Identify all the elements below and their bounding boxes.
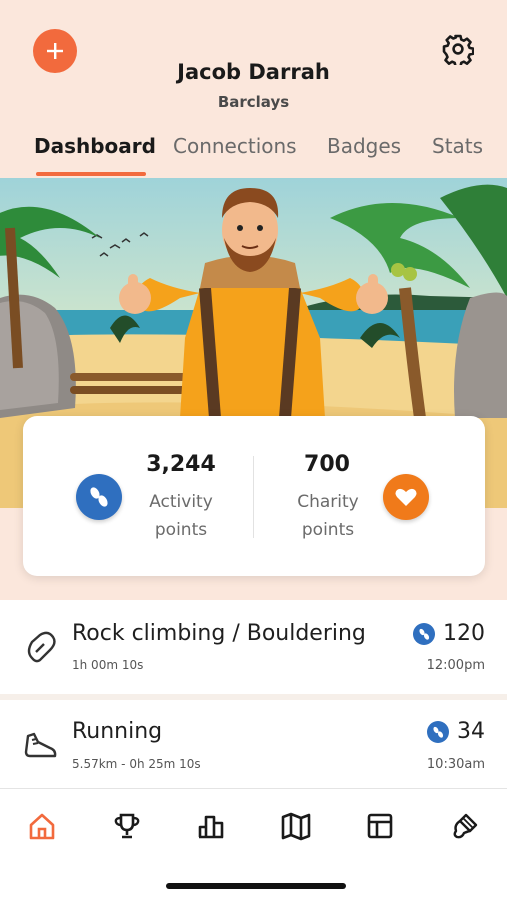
activity-points-value: 34: [457, 719, 485, 744]
tab-dashboard[interactable]: Dashboard: [34, 134, 156, 158]
charity-label-line1: Charity: [297, 492, 359, 512]
tab-stats[interactable]: Stats: [432, 134, 483, 158]
nav-trophy[interactable]: [110, 809, 144, 843]
charity-points-badge: [383, 474, 429, 520]
tab-connections[interactable]: Connections: [173, 134, 297, 158]
heart-icon: [395, 488, 417, 506]
activity-row-climbing[interactable]: Rock climbing / Bouldering 1h 00m 10s 12…: [0, 600, 507, 692]
charity-label-line2: points: [301, 520, 355, 540]
footprints-icon: [427, 720, 449, 743]
activity-label-line2: points: [154, 520, 208, 540]
trophy-icon: [114, 813, 140, 839]
running-shoe-icon: [24, 732, 57, 758]
home-indicator: [166, 883, 346, 889]
nav-stats[interactable]: [194, 809, 228, 843]
activity-time: 10:30am: [426, 757, 485, 772]
activity-time: 12:00pm: [426, 658, 485, 673]
profile-company: Barclays: [217, 93, 290, 111]
activity-points-label: Activity points: [131, 488, 231, 544]
activity-title: Running: [72, 719, 163, 744]
tab-badges[interactable]: Badges: [327, 134, 401, 158]
bar-chart-icon: [198, 815, 224, 839]
footprints-icon: [413, 622, 435, 645]
activity-points-badge: [76, 474, 122, 520]
activity-label-line1: Activity: [149, 492, 213, 512]
profile-header: Jacob Darrah Barclays Dashboard Connecti…: [0, 0, 507, 180]
card-divider: [253, 456, 254, 538]
nav-layout[interactable]: [363, 809, 397, 843]
footprints-icon: [90, 487, 108, 507]
activity-points-value: 3,244: [146, 452, 216, 477]
activity-details: 5.57km - 0h 25m 10s: [72, 757, 201, 771]
activity-points: 120: [413, 621, 485, 646]
activity-points: 34: [427, 719, 485, 744]
tab-bar: Dashboard Connections Badges Stats: [0, 134, 507, 178]
layout-icon: [367, 813, 393, 839]
charity-points-label: Charity points: [278, 488, 378, 544]
plus-icon: [47, 43, 63, 59]
map-icon: [281, 812, 311, 841]
nav-home[interactable]: [25, 809, 59, 843]
nav-map[interactable]: [279, 809, 313, 843]
home-icon: [29, 813, 55, 840]
active-tab-indicator: [36, 172, 146, 176]
activity-points-value: 120: [443, 621, 485, 646]
charity-points-value: 700: [304, 452, 350, 477]
carabiner-icon: [27, 631, 56, 663]
profile-name: Jacob Darrah: [177, 60, 330, 84]
activity-title: Rock climbing / Bouldering: [72, 621, 366, 646]
points-summary-card: 3,244 Activity points 700 Charity points: [23, 416, 485, 576]
paint-brush-icon: [453, 813, 478, 839]
activity-row-running[interactable]: Running 5.57km - 0h 25m 10s 34 10:30am: [0, 700, 507, 792]
nav-customize[interactable]: [448, 809, 482, 843]
activity-details: 1h 00m 10s: [72, 658, 144, 672]
